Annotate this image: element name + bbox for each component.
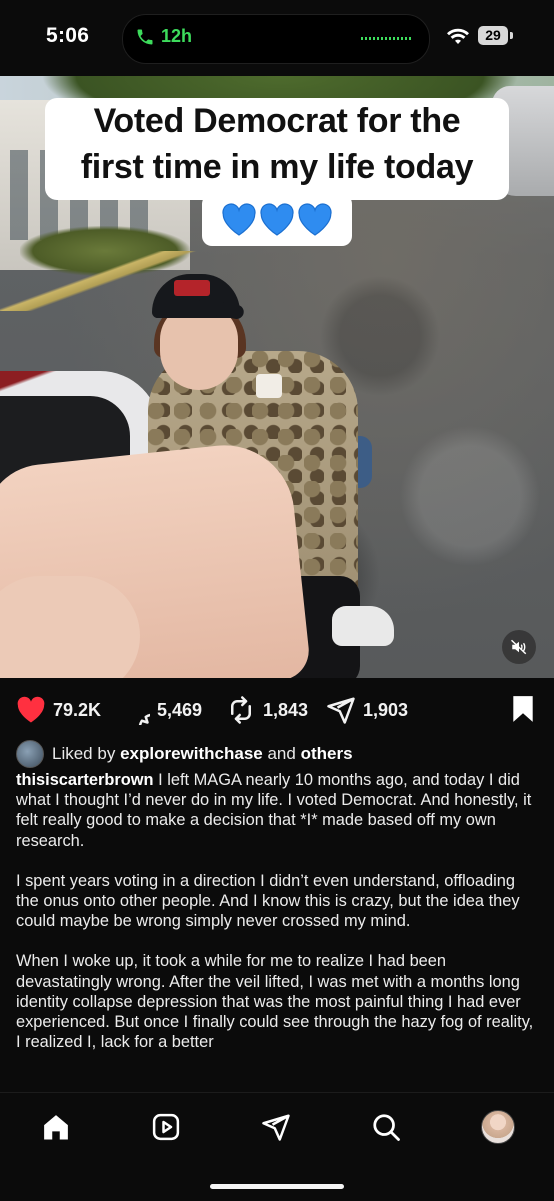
comment-button[interactable]: 5,469 [120,695,202,725]
comment-icon [138,713,150,725]
battery-icon: 29 [478,26,508,45]
post-username[interactable]: thisiscarterbrown [16,771,154,789]
like-count: 79.2K [53,699,102,720]
image-caption-line: Voted Democrat for the [93,102,461,140]
nav-search[interactable] [368,1109,404,1145]
post-actions: 79.2K 5,469 1,843 1,903 [0,690,554,730]
repost-button[interactable]: 1,843 [226,695,308,725]
wifi-icon [447,28,469,44]
emoji-row [202,194,352,246]
blue-heart-icon [298,203,332,236]
status-bar: 5:06 12h 29 [0,0,554,76]
speaker-muted-icon [510,639,527,655]
blue-heart-icon [260,203,294,236]
status-time: 5:06 [46,24,90,47]
profile-avatar [481,1110,515,1144]
image-caption: Voted Democrat for the first time in my … [45,98,509,200]
share-button[interactable]: 1,903 [326,695,408,725]
share-count: 1,903 [363,699,409,720]
blue-heart-icon [222,203,256,236]
home-icon [44,1115,68,1140]
avatar[interactable] [16,740,44,768]
nav-home[interactable] [38,1109,74,1145]
call-timer: 12h [161,26,193,46]
bookmark-icon[interactable] [510,695,536,723]
nav-profile[interactable] [480,1109,516,1145]
repost-icon [231,696,251,724]
reels-icon [152,1113,180,1141]
post-caption: thisiscarterbrown I left MAGA nearly 10 … [16,770,542,1088]
liked-by-prefix: Liked by [52,744,116,763]
phone-icon [137,29,153,44]
cap-logo [174,280,210,296]
home-indicator[interactable] [210,1184,344,1189]
search-icon [373,1114,400,1141]
post-image[interactable]: Voted Democrat for the first time in my … [0,76,554,678]
audio-wave-icon [361,37,413,40]
liked-by-connector: and [267,744,296,763]
mute-button[interactable] [502,630,536,664]
caption-paragraph: I spent years voting in a direction I di… [16,871,520,931]
caption-paragraph: When I woke up, it took a while for me t… [16,952,534,1052]
call-indicator-pill[interactable]: 12h [122,14,430,64]
send-icon [262,1114,290,1141]
battery-nub [510,32,513,39]
like-button[interactable]: 79.2K [16,695,101,725]
voting-sticker [256,374,282,398]
send-icon [327,697,355,724]
repost-count: 1,843 [263,699,309,720]
nav-reels[interactable] [148,1109,184,1145]
comment-count: 5,469 [157,699,203,720]
image-caption-line: first time in my life today [80,148,474,186]
nav-messages[interactable] [258,1109,294,1145]
liked-by-others[interactable]: others [301,744,353,763]
heart-filled-icon [17,696,45,723]
liked-by-user[interactable]: explorewithchase [120,744,263,763]
liked-by-row[interactable]: Liked by explorewithchase and others [16,740,353,768]
